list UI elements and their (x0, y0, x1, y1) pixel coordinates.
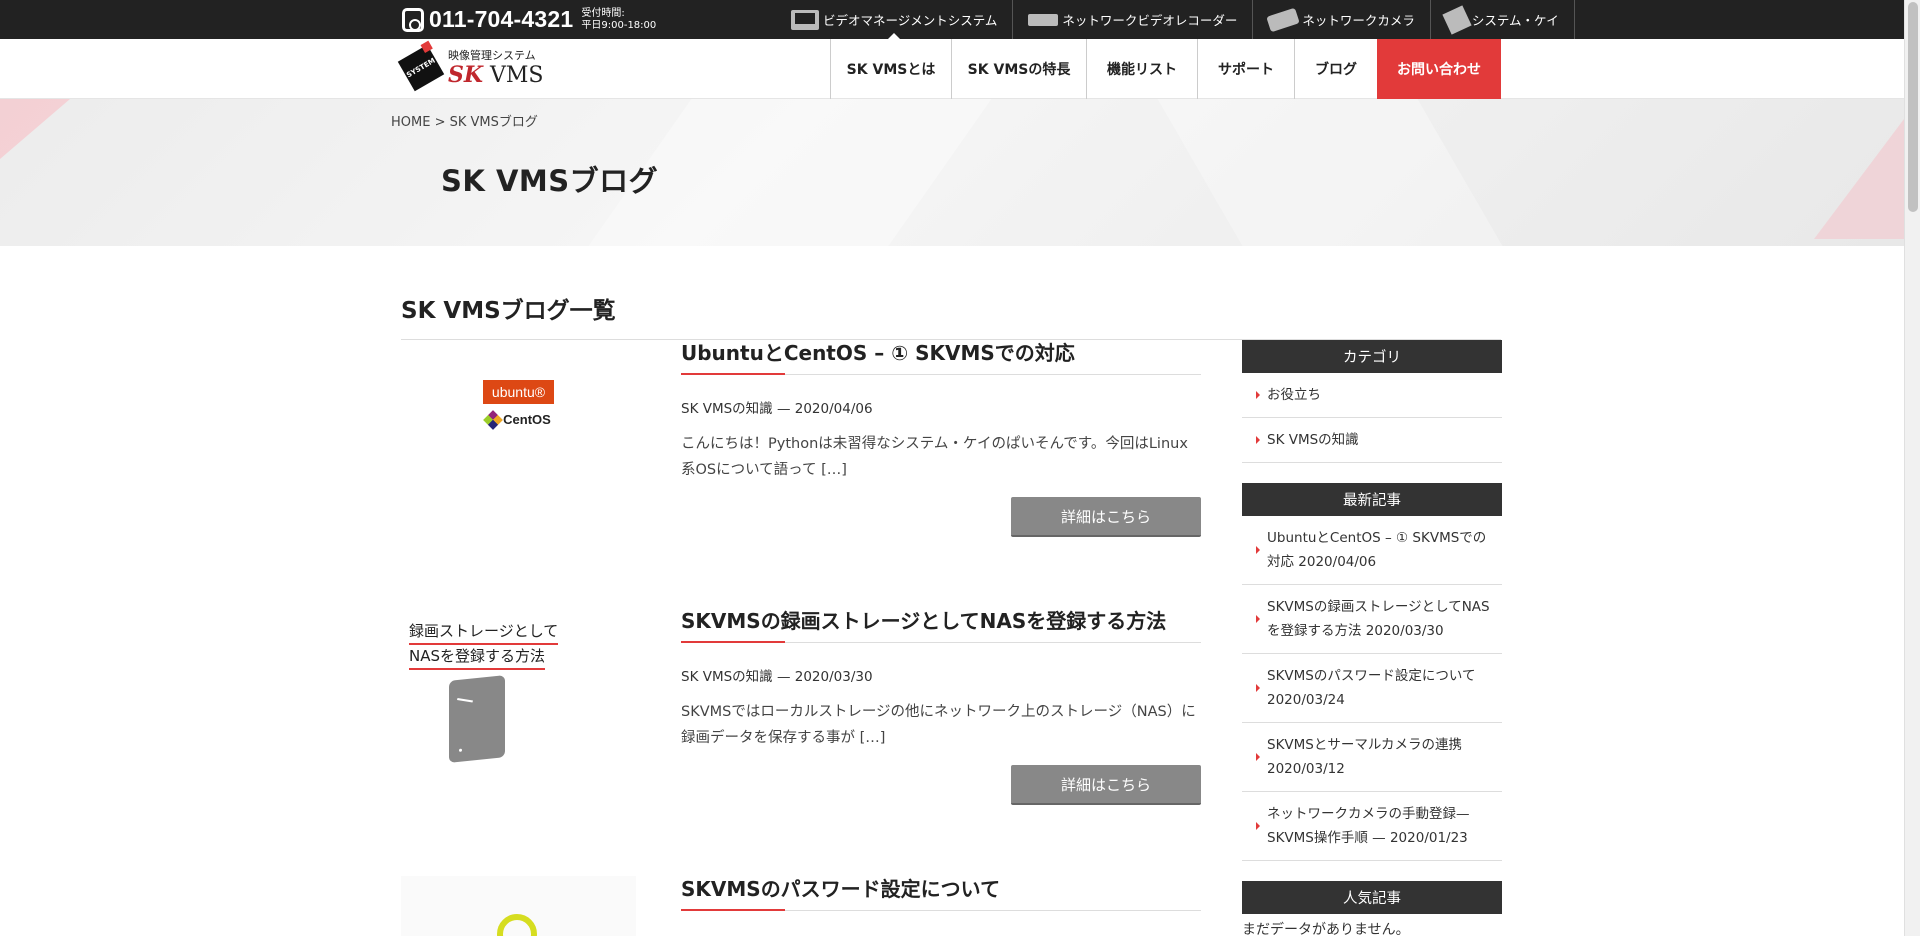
toplink-label: ネットワークビデオレコーダー (1062, 13, 1238, 28)
toplink-company[interactable]: システム・ケイ (1431, 0, 1575, 39)
post-body: SKVMSのパスワード設定について (681, 876, 1201, 911)
post-title[interactable]: SKVMSの録画ストレージとしてNASを登録する方法 (681, 608, 1201, 643)
recent-post-link[interactable]: SKVMSとサーマルカメラの連携 2020/03/12 (1242, 723, 1502, 792)
hours-label: 受付時間: (581, 7, 625, 19)
top-bar: 011-704-4321 受付時間: 平日9:00-18:00 ビデオマネージメ… (0, 0, 1904, 39)
recorder-icon (1028, 13, 1059, 26)
nav-about[interactable]: SK VMSとは (830, 39, 951, 99)
post-thumbnail[interactable]: ubuntu® CentOS (401, 340, 636, 515)
page-title: SK VMSブログ (441, 164, 659, 198)
camera-icon (1266, 7, 1301, 32)
recent-post-link[interactable]: SKVMSのパスワード設定について 2020/03/24 (1242, 654, 1502, 723)
breadcrumb[interactable]: HOME > SK VMSブログ (391, 111, 538, 130)
hero-decoration (1157, 99, 1503, 246)
site-logo[interactable]: SYSTEM 映像管理システム SK VMS (397, 44, 544, 91)
hero-decoration (1814, 119, 1904, 239)
phone-number[interactable]: 011-704-4321 (429, 6, 573, 33)
popular-posts-heading: 人気記事 (1242, 881, 1502, 914)
toplink-nvr[interactable]: ネットワークビデオレコーダー (1013, 0, 1254, 39)
page-hero: HOME > SK VMSブログ SK VMSブログ (0, 99, 1904, 246)
post-excerpt: こんにちは！Pythonは未習得なシステム・ケイのぱいそんです。今回はLinux… (681, 436, 1188, 478)
toplink-label: システム・ケイ (1471, 13, 1559, 28)
nav-support[interactable]: サポート (1197, 39, 1294, 99)
logo-mark-icon: SYSTEM (397, 44, 445, 91)
recent-posts-heading: 最新記事 (1242, 483, 1502, 516)
nas-device-icon (449, 675, 505, 763)
logo-brand-vms: VMS (483, 63, 544, 88)
logo-subtitle: 映像管理システム (448, 49, 536, 62)
section-title: SK VMSブログ一覧 (401, 298, 616, 324)
popular-empty-text: まだデータがありません。 (1242, 922, 1410, 936)
post-title[interactable]: UbuntuとCentOS – ① SKVMSでの対応 (681, 340, 1201, 375)
post-meta: SK VMSの知識 — 2020/03/30 (681, 669, 873, 685)
centos-logo-text: CentOS (503, 412, 551, 427)
nas-thumb-caption: 録画ストレージとして NASを登録する方法 (409, 620, 559, 670)
hours-value: 平日9:00-18:00 (581, 19, 657, 31)
recent-post-link[interactable]: UbuntuとCentOS – ① SKVMSでの対応 2020/04/06 (1242, 516, 1502, 585)
logo-brand-sk: SK (448, 62, 484, 88)
nav-contact[interactable]: お問い合わせ (1377, 39, 1501, 99)
read-more-button[interactable]: 詳細はこちら (1011, 497, 1201, 537)
post-title[interactable]: SKVMSのパスワード設定について (681, 876, 1201, 911)
logo-text: 映像管理システム SK VMS (448, 47, 544, 88)
post-item: ubuntu® CentOS UbuntuとCentOS – ① SKVMSでの… (401, 340, 1201, 540)
category-link[interactable]: SK VMSの知識 (1242, 418, 1502, 463)
read-more-button[interactable]: 詳細はこちら (1011, 765, 1201, 805)
toplink-vms[interactable]: ビデオマネージメントシステム (776, 0, 1014, 39)
recent-post-link[interactable]: ネットワークカメラの手動登録—SKVMS操作手順 — 2020/01/23 (1242, 792, 1502, 861)
scrollbar-thumb[interactable] (1908, 2, 1918, 212)
top-links: ビデオマネージメントシステム ネットワークビデオレコーダー ネットワークカメラ … (776, 0, 1575, 39)
ubuntu-logo: ubuntu® (482, 380, 555, 404)
toplink-camera[interactable]: ネットワークカメラ (1253, 0, 1431, 39)
toplink-label: ビデオマネージメントシステム (823, 13, 998, 28)
toplink-label: ネットワークカメラ (1302, 13, 1415, 28)
company-box-icon (1442, 4, 1472, 35)
sidebar: カテゴリ お役立ち SK VMSの知識 最新記事 UbuntuとCentOS –… (1242, 340, 1502, 936)
recent-post-link[interactable]: SKVMSの録画ストレージとしてNASを登録する方法 2020/03/30 (1242, 585, 1502, 654)
centos-mark-icon (483, 409, 504, 430)
main-nav: SK VMSとは SK VMSの特長 機能リスト サポート ブログ お問い合わせ (830, 39, 1501, 99)
nav-function-list[interactable]: 機能リスト (1086, 39, 1197, 99)
nav-features[interactable]: SK VMSの特長 (951, 39, 1086, 99)
phone-contact[interactable]: 011-704-4321 受付時間: 平日9:00-18:00 (402, 6, 656, 33)
post-thumbnail[interactable] (401, 876, 636, 936)
logo-badge-text: SYSTEM (405, 56, 437, 79)
hero-decoration (0, 99, 70, 159)
post-body: UbuntuとCentOS – ① SKVMSでの対応 SK VMSの知識 — … (681, 340, 1201, 537)
monitor-icon (791, 9, 819, 30)
nas-thumb-line: 録画ストレージとして (409, 620, 559, 645)
post-excerpt: SKVMSではローカルストレージの他にネットワーク上のストレージ（NAS）に録画… (681, 704, 1196, 746)
post-item: 録画ストレージとして NASを登録する方法 SKVMSの録画ストレージとしてNA… (401, 608, 1201, 808)
post-body: SKVMSの録画ストレージとしてNASを登録する方法 SK VMSの知識 — 2… (681, 608, 1201, 805)
category-link[interactable]: お役立ち (1242, 373, 1502, 418)
post-meta: SK VMSの知識 — 2020/04/06 (681, 401, 873, 417)
site-header: SYSTEM 映像管理システム SK VMS SK VMSとは SK VMSの特… (0, 39, 1904, 99)
post-thumbnail[interactable]: 録画ストレージとして NASを登録する方法 (401, 608, 636, 783)
page-scrollbar[interactable] (1904, 0, 1920, 936)
post-thumbnail-image (401, 876, 636, 936)
nav-blog[interactable]: ブログ (1294, 39, 1377, 99)
centos-logo: CentOS (483, 409, 551, 430)
categories-heading: カテゴリ (1242, 340, 1502, 373)
phone-icon (402, 7, 424, 32)
nas-thumb-line: NASを登録する方法 (409, 645, 546, 670)
business-hours: 受付時間: 平日9:00-18:00 (581, 8, 656, 32)
post-item: SKVMSのパスワード設定について (401, 876, 1201, 936)
logo-brand: SK VMS (448, 63, 544, 88)
lock-ring-icon (497, 914, 537, 936)
